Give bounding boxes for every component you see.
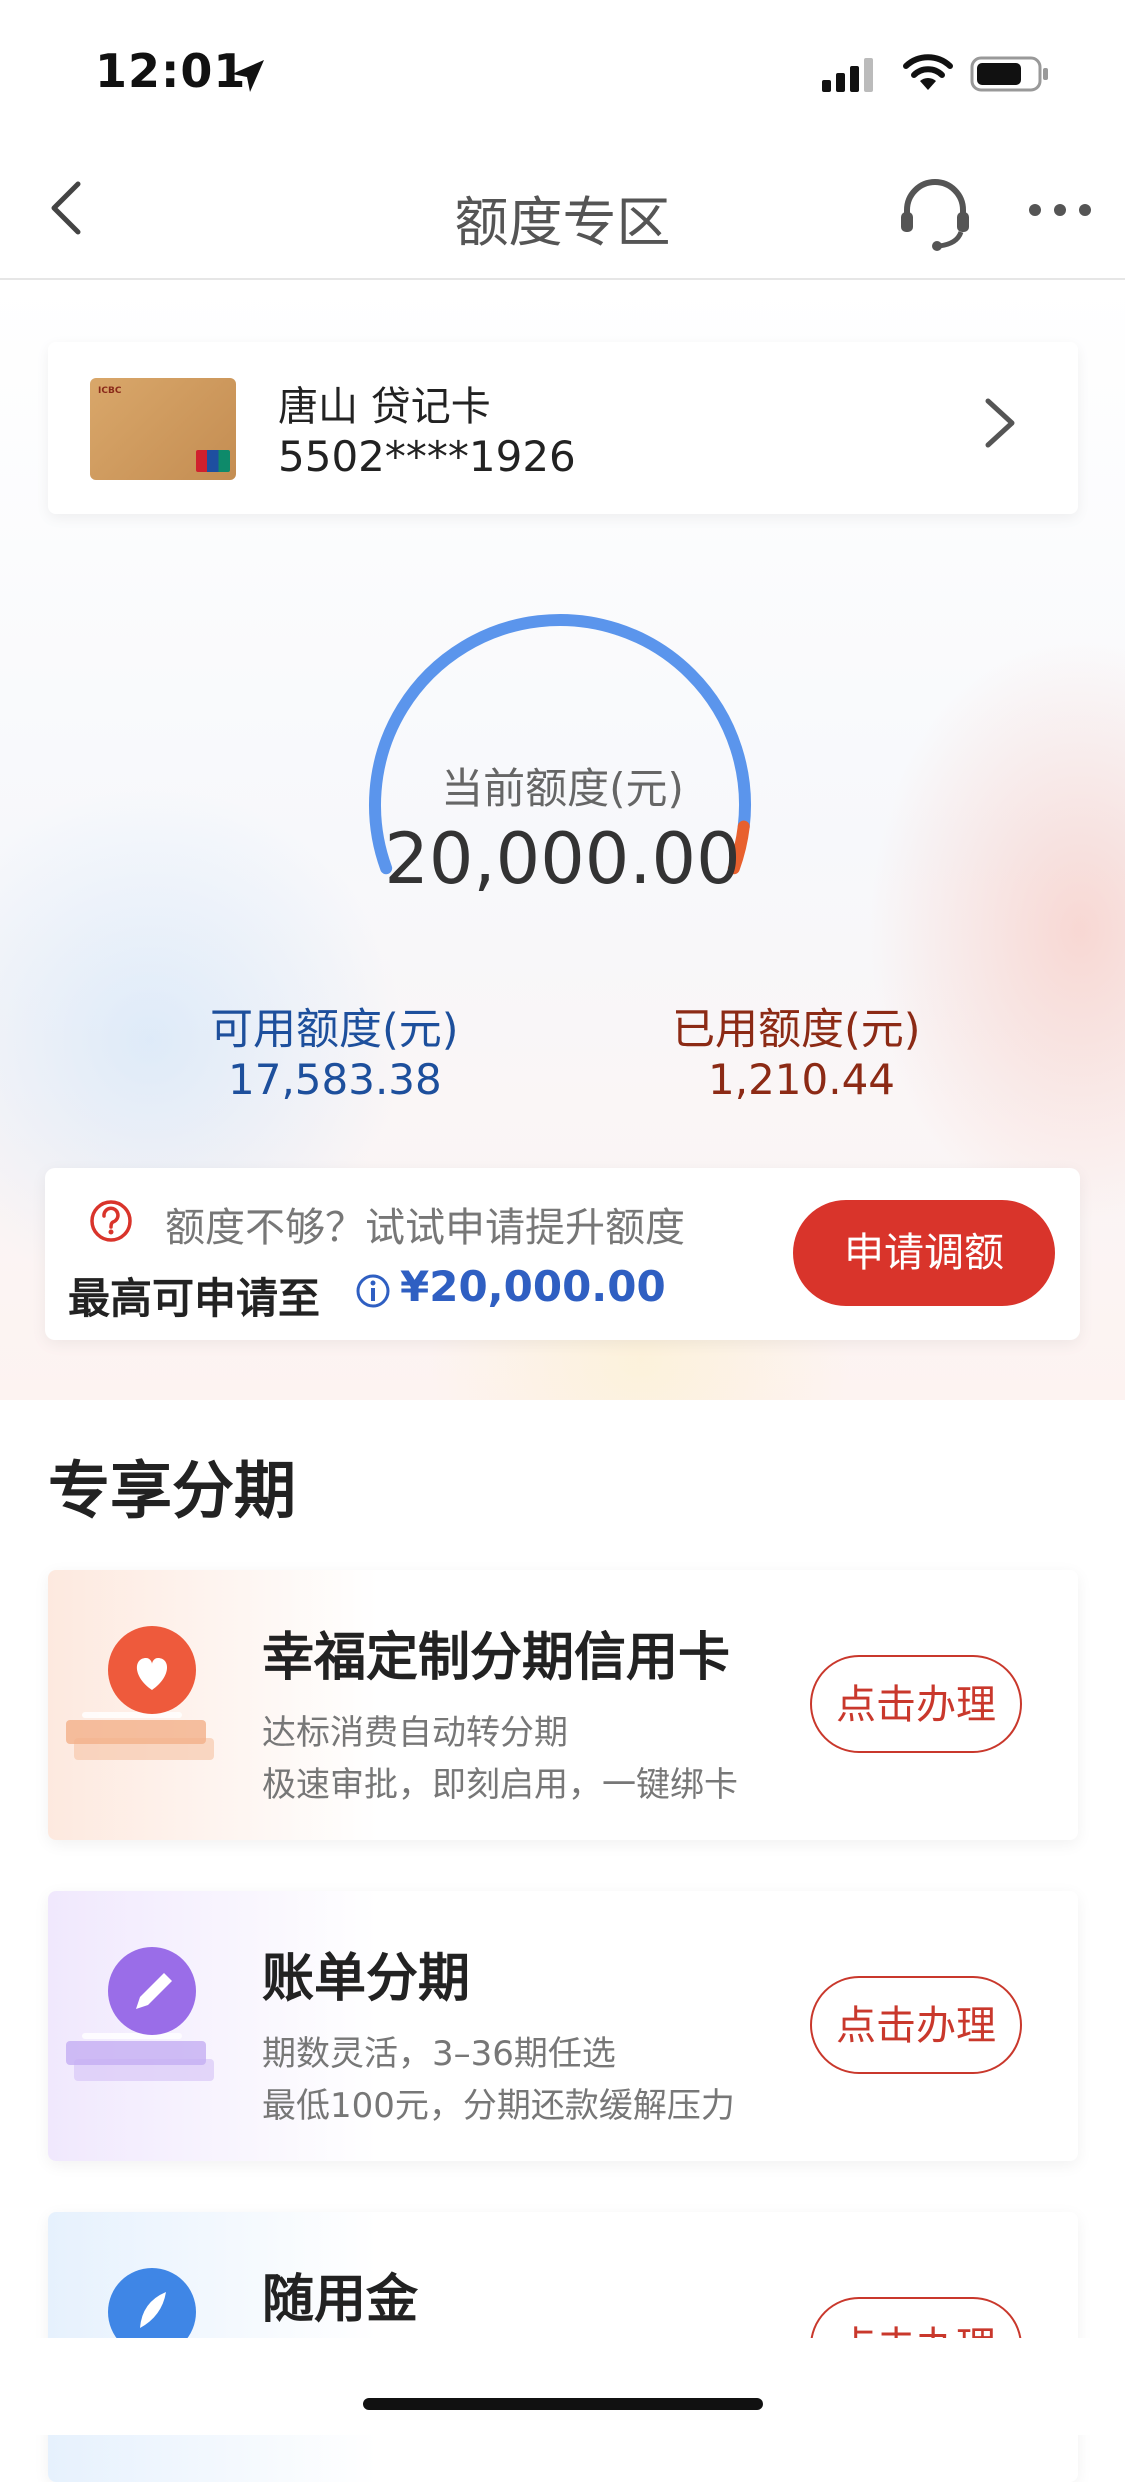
heart-icon bbox=[66, 1626, 214, 1760]
current-limit-value: 20,000.00 bbox=[384, 818, 741, 900]
apply-now-button[interactable]: 点击办理 bbox=[810, 1655, 1022, 1753]
unionpay-logo bbox=[196, 450, 230, 472]
more-options-button[interactable] bbox=[1025, 185, 1095, 235]
status-time: 12:01 bbox=[95, 44, 247, 98]
cellular-signal-icon bbox=[822, 58, 873, 92]
apply-adjust-limit-button[interactable]: 申请调额 bbox=[793, 1200, 1055, 1306]
product-desc-2: 最低100元，分期还款缓解压力 bbox=[262, 2086, 735, 2126]
max-limit-value: ¥20,000.00 bbox=[400, 1262, 666, 1311]
used-limit-value: 1,210.44 bbox=[708, 1055, 896, 1104]
available-limit-label: 可用额度(元) bbox=[210, 1005, 459, 1055]
info-icon[interactable] bbox=[354, 1272, 392, 1310]
product-desc-1: 达标消费自动转分期 bbox=[262, 1713, 568, 1753]
customer-service-button[interactable] bbox=[895, 172, 975, 252]
card-name: 唐山 贷记卡 bbox=[278, 384, 491, 430]
location-arrow-icon bbox=[232, 60, 264, 92]
home-indicator[interactable] bbox=[363, 2398, 763, 2410]
chevron-right-icon bbox=[985, 398, 1015, 448]
wifi-icon bbox=[903, 54, 953, 90]
product-title: 随用金 bbox=[262, 2270, 419, 2330]
pencil-icon bbox=[66, 1947, 214, 2081]
section-title: 专享分期 bbox=[48, 1454, 297, 1527]
product-desc-1: 期数灵活，3–36期任选 bbox=[262, 2034, 616, 2074]
apply-now-button[interactable]: 点击办理 bbox=[810, 1976, 1022, 2074]
available-limit-value: 17,583.38 bbox=[228, 1055, 442, 1104]
question-icon bbox=[90, 1200, 132, 1242]
credit-card-thumbnail: ICBC bbox=[90, 378, 236, 480]
product-title: 账单分期 bbox=[262, 1949, 471, 2009]
max-limit-label: 最高可申请至 bbox=[68, 1274, 321, 1323]
battery-icon bbox=[970, 56, 1048, 92]
limit-increase-hint: 额度不够？试试申请提升额度 bbox=[165, 1205, 685, 1251]
current-limit-label: 当前额度(元) bbox=[441, 764, 684, 813]
card-number: 5502****1926 bbox=[278, 432, 576, 481]
bottom-bar bbox=[0, 2338, 1125, 2435]
used-limit-label: 已用额度(元) bbox=[672, 1005, 921, 1055]
product-desc-2: 极速审批，即刻启用，一键绑卡 bbox=[262, 1765, 738, 1805]
product-title: 幸福定制分期信用卡 bbox=[262, 1628, 731, 1688]
